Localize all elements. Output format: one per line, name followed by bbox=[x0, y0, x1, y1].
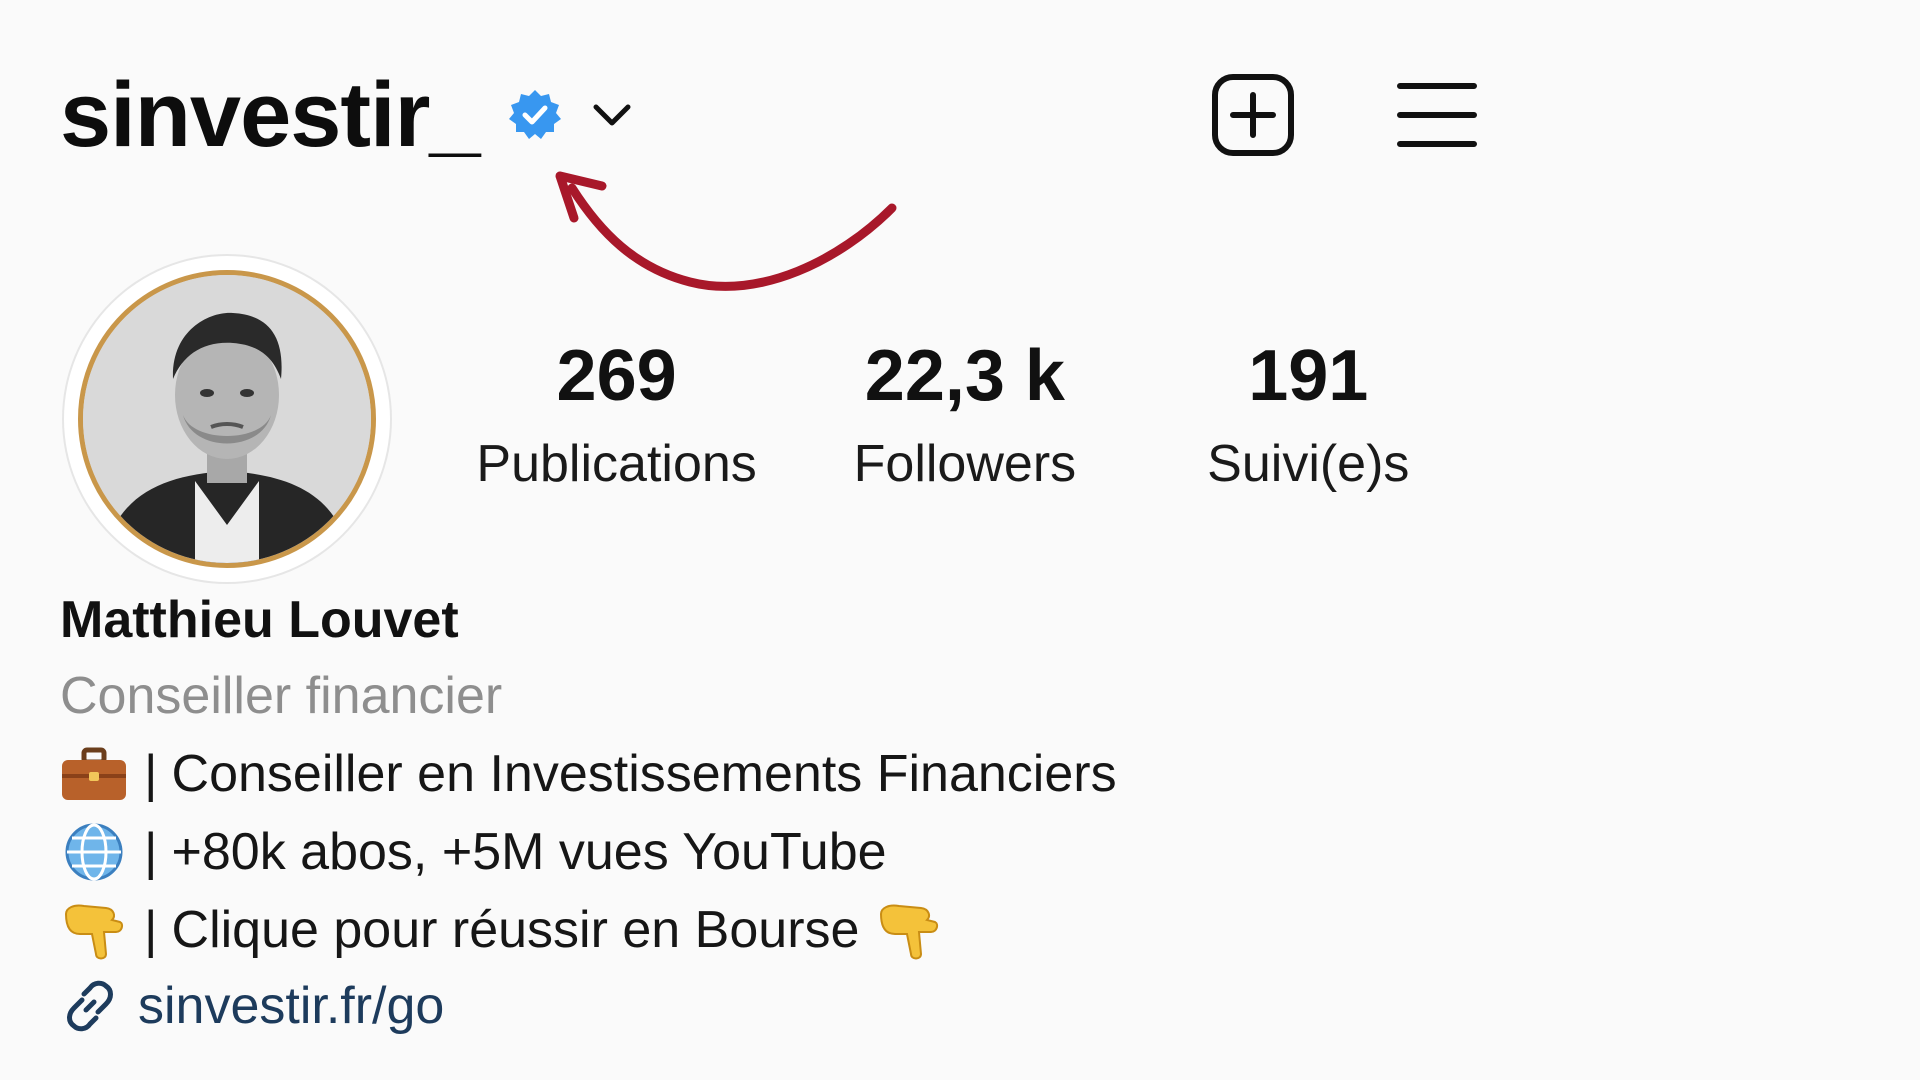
profile-link-text: sinvestir.fr/go bbox=[138, 977, 445, 1035]
briefcase-emoji-icon bbox=[62, 747, 126, 800]
profile-stats: 269 Publications 22,3 k Followers 191 Su… bbox=[440, 340, 1480, 490]
pointing-down-emoji-icon bbox=[64, 904, 124, 960]
followers-count[interactable]: 22,3 k Followers bbox=[793, 340, 1136, 490]
chevron-down-icon[interactable] bbox=[588, 91, 636, 139]
hamburger-menu-icon bbox=[1397, 83, 1477, 147]
following-count[interactable]: 191 Suivi(e)s bbox=[1137, 340, 1480, 490]
bio-line: | +80k abos, +5M vues YouTube bbox=[60, 822, 1117, 882]
followers-label: Followers bbox=[853, 435, 1077, 493]
bio-separator: | bbox=[144, 823, 158, 881]
header-actions bbox=[1210, 72, 1480, 158]
following-label: Suivi(e)s bbox=[1207, 435, 1410, 493]
bio-text: +80k abos, +5M vues YouTube bbox=[171, 823, 887, 881]
username: sinvestir_ bbox=[60, 64, 481, 166]
menu-button[interactable] bbox=[1394, 72, 1480, 158]
instagram-profile: sinvestir_ 269 Publications 22,3 k Follo… bbox=[0, 0, 1920, 1080]
link-icon bbox=[67, 980, 113, 1032]
following-value: 191 bbox=[1248, 336, 1369, 416]
profile-category: Conseiller financier bbox=[60, 667, 503, 725]
profile-link[interactable]: sinvestir.fr/go bbox=[60, 976, 1117, 1036]
bio-separator: | bbox=[144, 745, 158, 803]
display-name: Matthieu Louvet bbox=[60, 591, 459, 649]
bio-text: Conseiller en Investissements Financiers bbox=[171, 745, 1117, 803]
posts-label: Publications bbox=[476, 435, 757, 493]
bio-line: | Conseiller en Investissements Financie… bbox=[60, 744, 1117, 804]
pointing-down-emoji-icon bbox=[880, 904, 939, 960]
plus-square-icon bbox=[1212, 74, 1294, 156]
profile-bio: Matthieu Louvet Conseiller financier | C… bbox=[60, 590, 1117, 1036]
followers-value: 22,3 k bbox=[864, 336, 1065, 416]
globe-emoji-icon bbox=[65, 823, 123, 881]
bio-text: Clique pour réussir en Bourse bbox=[171, 901, 860, 959]
avatar[interactable] bbox=[64, 256, 390, 582]
profile-header: sinvestir_ bbox=[60, 60, 636, 170]
verified-badge-icon bbox=[508, 88, 562, 142]
bio-separator: | bbox=[144, 901, 158, 959]
annotation-arrow bbox=[555, 171, 897, 291]
bio-line: | Clique pour réussir en Bourse bbox=[60, 900, 1117, 960]
new-post-button[interactable] bbox=[1210, 72, 1296, 158]
posts-count[interactable]: 269 Publications bbox=[440, 340, 793, 490]
profile-photo bbox=[78, 270, 376, 568]
posts-value: 269 bbox=[556, 336, 677, 416]
